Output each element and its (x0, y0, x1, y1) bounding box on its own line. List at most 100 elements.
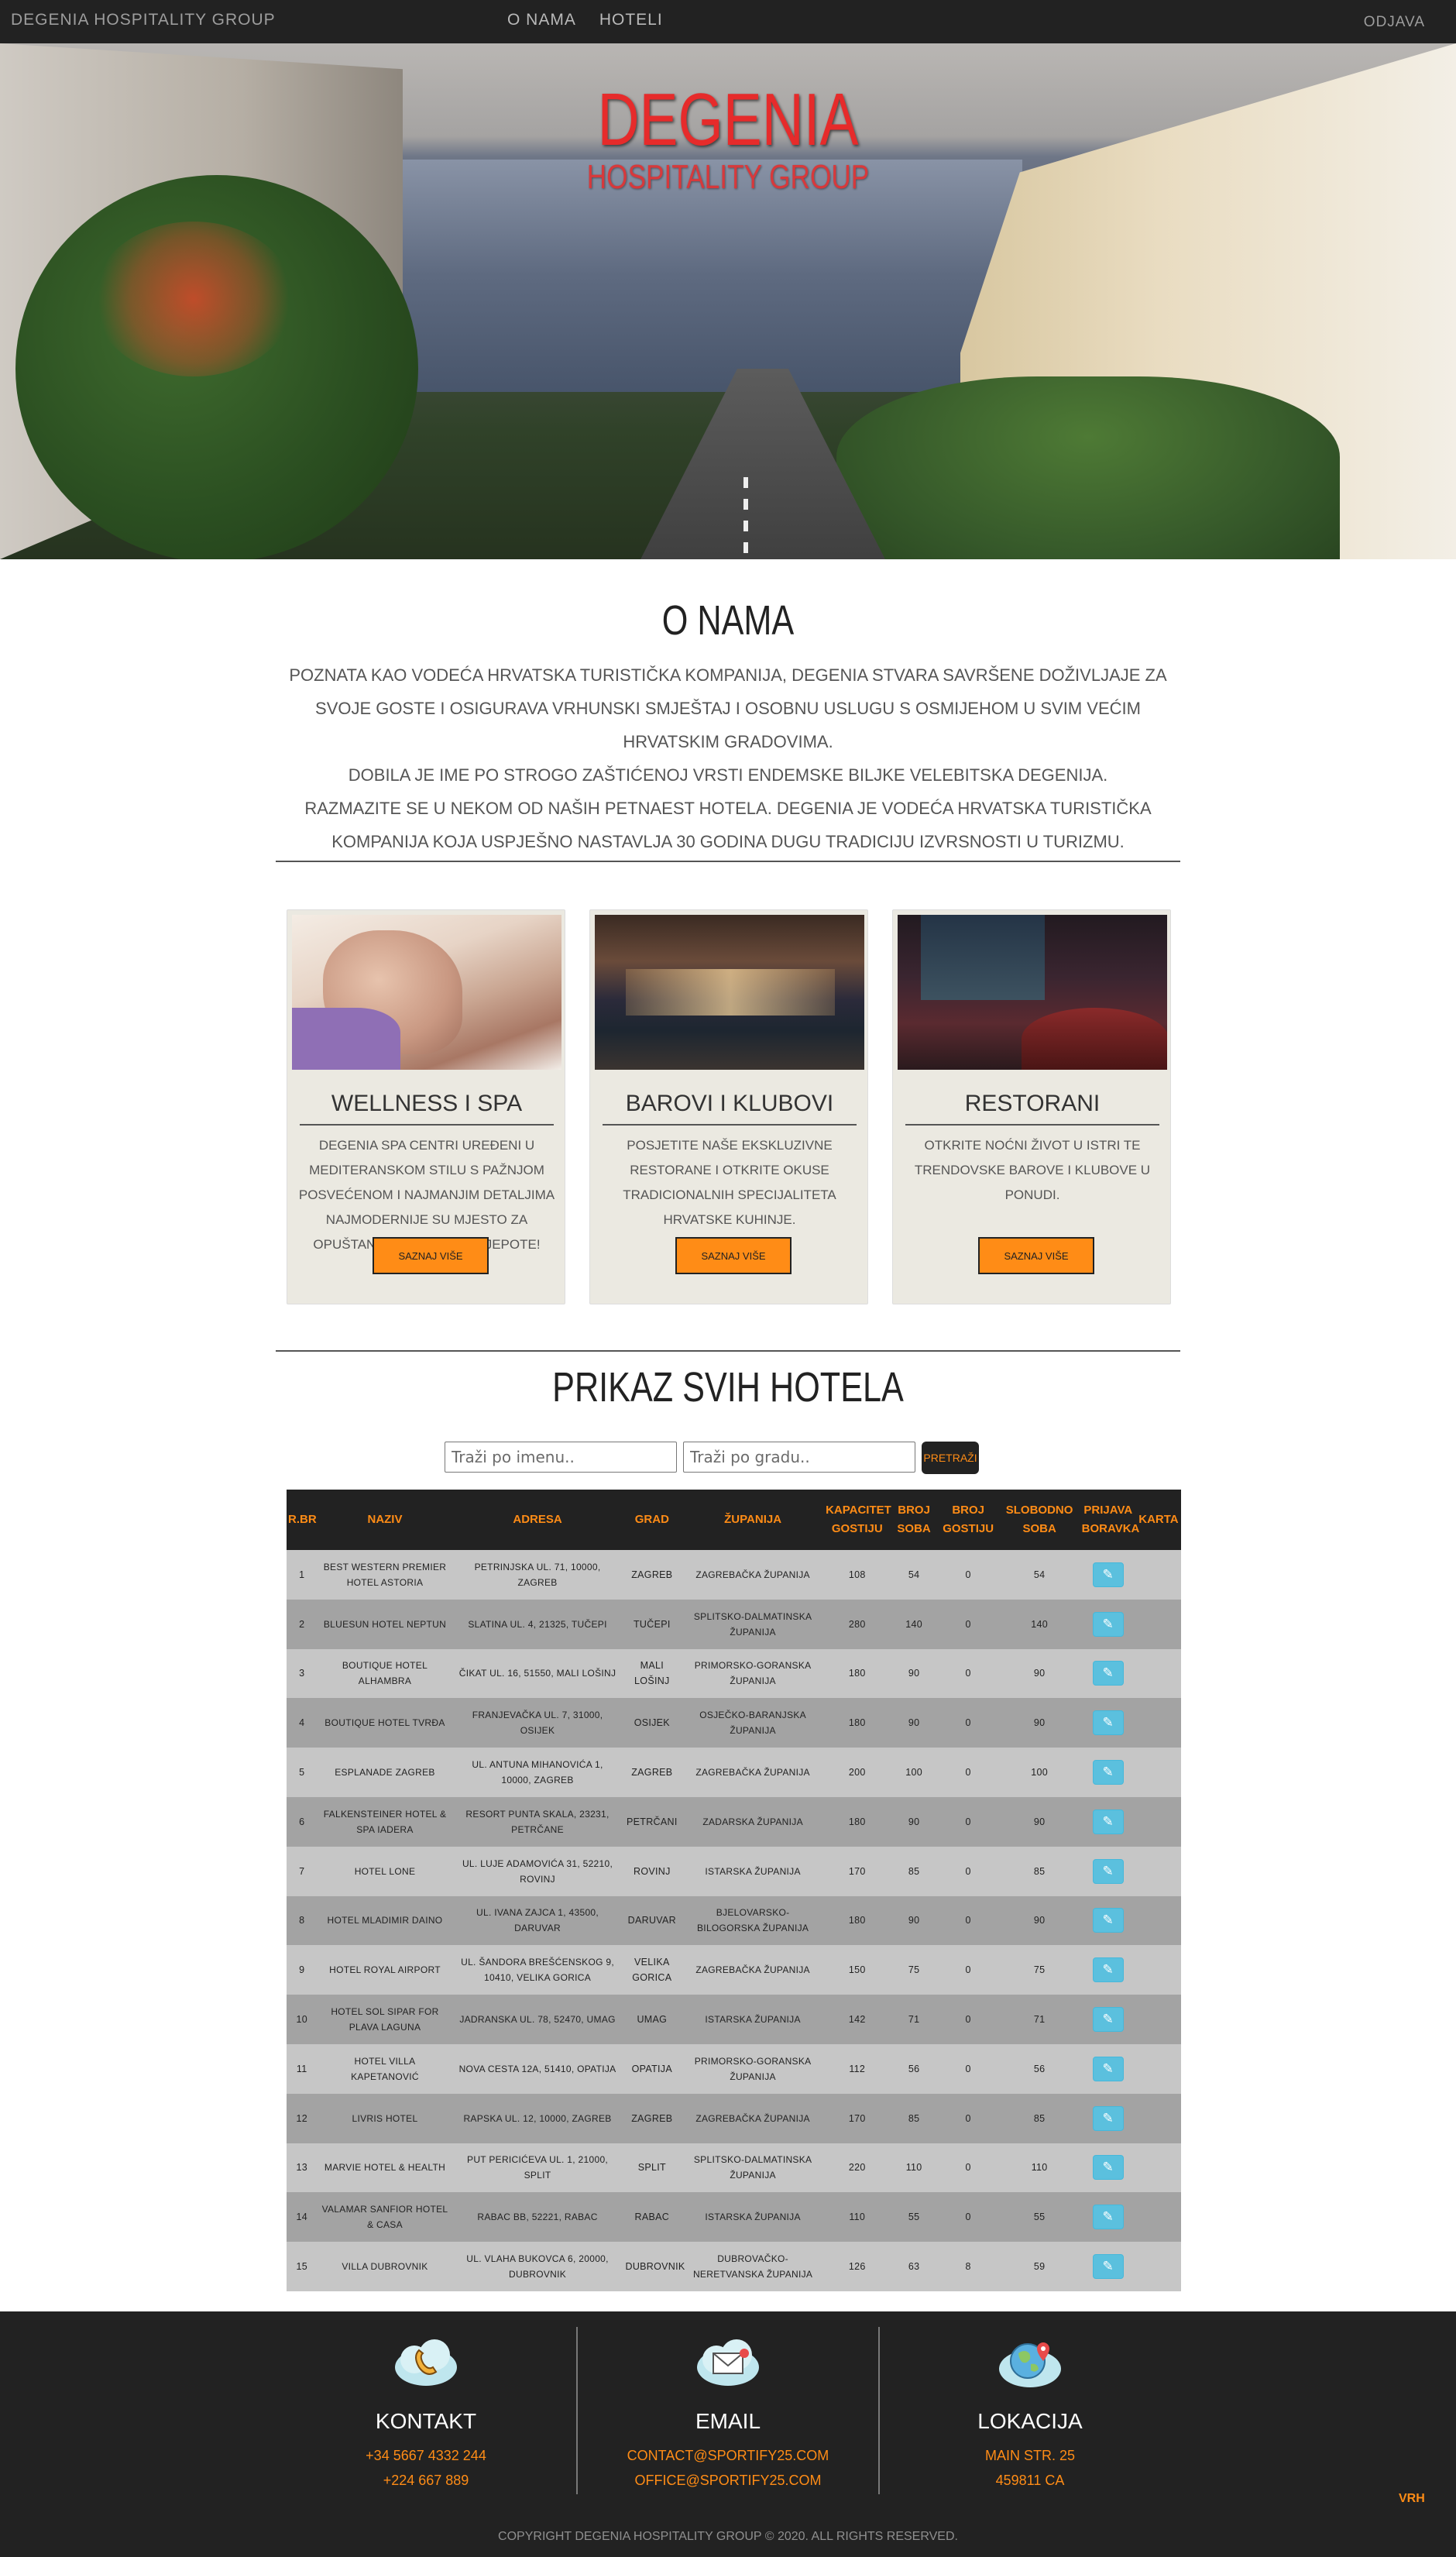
table-cell: 180 (824, 1796, 891, 1847)
table-cell: 180 (824, 1648, 891, 1699)
column-header: GRAD (622, 1490, 682, 1550)
table-cell: 7 (287, 1846, 318, 1896)
table-cell: 140 (998, 1599, 1080, 1649)
edit-icon[interactable]: ✎ (1092, 1957, 1124, 1983)
card-description: Posjetite naše ekskluzivne restorane i o… (623, 1138, 836, 1227)
table-cell: 0 (937, 1995, 999, 2044)
footer-location-title: LOKACIJA (977, 2409, 1083, 2433)
check-in-cell: ✎ (1080, 2192, 1136, 2243)
edit-icon[interactable]: ✎ (1092, 2205, 1124, 2230)
learn-more-button[interactable]: SAZNAJ VIŠE (675, 1237, 792, 1274)
check-in-cell: ✎ (1080, 2093, 1136, 2143)
about-paragraph: Dobila je ime po strogo zaštićenoj vrsti… (348, 765, 1108, 785)
table-cell: Rabac bb, 52221, Rabac (452, 2192, 623, 2243)
column-header: R.BR (287, 1490, 318, 1550)
back-to-top-link[interactable]: VRH (1399, 2492, 1425, 2506)
edit-icon[interactable]: ✎ (1092, 1611, 1124, 1637)
logout-link[interactable]: ODJAVA (1364, 14, 1425, 31)
footer: KONTAKT +34 5667 4332 244 +224 667 889 E… (0, 2311, 1456, 2557)
table-cell: Boutique Hotel Tvrđa (317, 1698, 453, 1748)
table-cell: 150 (824, 1945, 891, 1995)
table-cell: 0 (937, 1599, 999, 1649)
footer-email-address[interactable]: office@sportify25.com (577, 2473, 879, 2489)
edit-icon[interactable]: ✎ (1092, 1858, 1124, 1884)
edit-icon[interactable]: ✎ (1092, 1760, 1124, 1785)
table-cell: 90 (890, 1895, 938, 1946)
table-cell: 0 (937, 2093, 999, 2143)
edit-icon[interactable]: ✎ (1092, 1562, 1124, 1587)
map-cell (1135, 2242, 1181, 2291)
about-text: Poznata kao vodeća hrvatska turistička k… (279, 658, 1177, 858)
table-cell: 0 (937, 2143, 999, 2193)
table-cell: 108 (824, 1550, 891, 1600)
footer-phone[interactable]: +224 667 889 (275, 2473, 577, 2489)
search-name-input[interactable] (445, 1442, 677, 1473)
search-city-input[interactable] (683, 1442, 915, 1473)
edit-icon[interactable]: ✎ (1092, 2105, 1124, 2131)
footer-email-address[interactable]: contact@sportify25.com (577, 2448, 879, 2464)
table-cell: 13 (287, 2143, 318, 2193)
card-description: Otkrite noćni život u Istri te trendovsk… (914, 1138, 1151, 1202)
nav-link-hoteli[interactable]: HOTELI (599, 11, 663, 29)
table-cell: 85 (890, 2093, 938, 2143)
table-row: 2 Bluesun hotel Neptun Slatina ul. 4, 2132… (287, 1599, 1181, 1649)
map-cell (1135, 2043, 1181, 2094)
table-row: 12 Livris Hotel Rapska ul. 12, 10000, Zagr… (287, 2093, 1181, 2143)
table-cell: Franjevačka ul. 7, 31000, Osijek (452, 1698, 623, 1748)
edit-icon[interactable]: ✎ (1092, 1809, 1124, 1834)
table-cell: Zagrebačka županija (682, 1748, 825, 1797)
table-cell: Opatija (622, 2043, 682, 2094)
table-cell: Hotel Villa Kapetanović (317, 2043, 453, 2094)
nav-link-o-nama[interactable]: O NAMA (507, 11, 576, 29)
table-cell: 59 (998, 2242, 1080, 2291)
table-cell: Bjelovarsko-bilogorska županija (682, 1895, 825, 1946)
table-cell: Dubrovnik (622, 2242, 685, 2291)
footer-phone[interactable]: +34 5667 4332 244 (275, 2448, 577, 2464)
table-cell: Put Pericićeva ul. 1, 21000, Split (452, 2143, 623, 2193)
table-cell: 0 (937, 1648, 999, 1699)
copyright-text: COPYRIGHT DEGENIA HOSPITALITY GROUP © 20… (498, 2530, 958, 2543)
check-in-cell: ✎ (1080, 1846, 1136, 1896)
footer-location: LOKACIJA Main Str. 25 459811 CA (879, 2311, 1181, 2511)
edit-icon[interactable]: ✎ (1092, 1710, 1124, 1736)
map-cell (1135, 1550, 1181, 1600)
column-header: ADRESA (452, 1490, 623, 1550)
table-cell: 90 (998, 1895, 1080, 1946)
check-in-cell: ✎ (1080, 1796, 1136, 1847)
table-cell: Dubrovačko-neretvanska županija (682, 2242, 825, 2291)
table-cell: 170 (824, 2093, 891, 2143)
table-cell: 0 (937, 1945, 999, 1995)
edit-icon[interactable]: ✎ (1092, 2254, 1124, 2280)
edit-icon[interactable]: ✎ (1092, 2056, 1124, 2081)
about-paragraph: Razmazite se u nekom od naših petnaest h… (304, 799, 1152, 851)
table-cell: 71 (890, 1995, 938, 2044)
edit-icon[interactable]: ✎ (1092, 2007, 1124, 2033)
table-cell: 126 (824, 2242, 891, 2291)
search-button[interactable]: PRETRAŽI (922, 1442, 979, 1474)
card-divider (905, 1124, 1159, 1126)
check-in-cell: ✎ (1080, 1895, 1136, 1946)
check-in-cell: ✎ (1080, 1648, 1136, 1699)
column-header: BROJ SOBA (890, 1490, 938, 1550)
table-cell: 100 (890, 1748, 938, 1797)
table-cell: 110 (890, 2143, 938, 2193)
table-cell: 4 (287, 1698, 318, 1748)
table-row: 14 Valamar Sanfior Hotel & Casa Rabac bb, … (287, 2192, 1181, 2243)
table-cell: Zagreb (622, 2093, 682, 2143)
edit-icon[interactable]: ✎ (1092, 1908, 1124, 1933)
table-cell: Čikat ul. 16, 51550, Mali Lošinj (452, 1648, 623, 1699)
learn-more-button[interactable]: SAZNAJ VIŠE (373, 1237, 489, 1274)
table-cell: 6 (287, 1796, 318, 1847)
edit-icon[interactable]: ✎ (1092, 2155, 1124, 2181)
email-cloud-icon (697, 2339, 759, 2386)
footer-email-title: EMAIL (695, 2409, 761, 2433)
table-cell: 15 (287, 2242, 318, 2291)
map-cell (1135, 2143, 1181, 2193)
hero-flowers (93, 222, 294, 376)
table-cell: 90 (998, 1648, 1080, 1699)
table-cell: 90 (890, 1698, 938, 1748)
learn-more-button[interactable]: SAZNAJ VIŠE (978, 1237, 1094, 1274)
hero-road-marking (743, 477, 748, 555)
edit-icon[interactable]: ✎ (1092, 1661, 1124, 1686)
brand-link[interactable]: DEGENIA HOSPITALITY GROUP (11, 11, 276, 29)
